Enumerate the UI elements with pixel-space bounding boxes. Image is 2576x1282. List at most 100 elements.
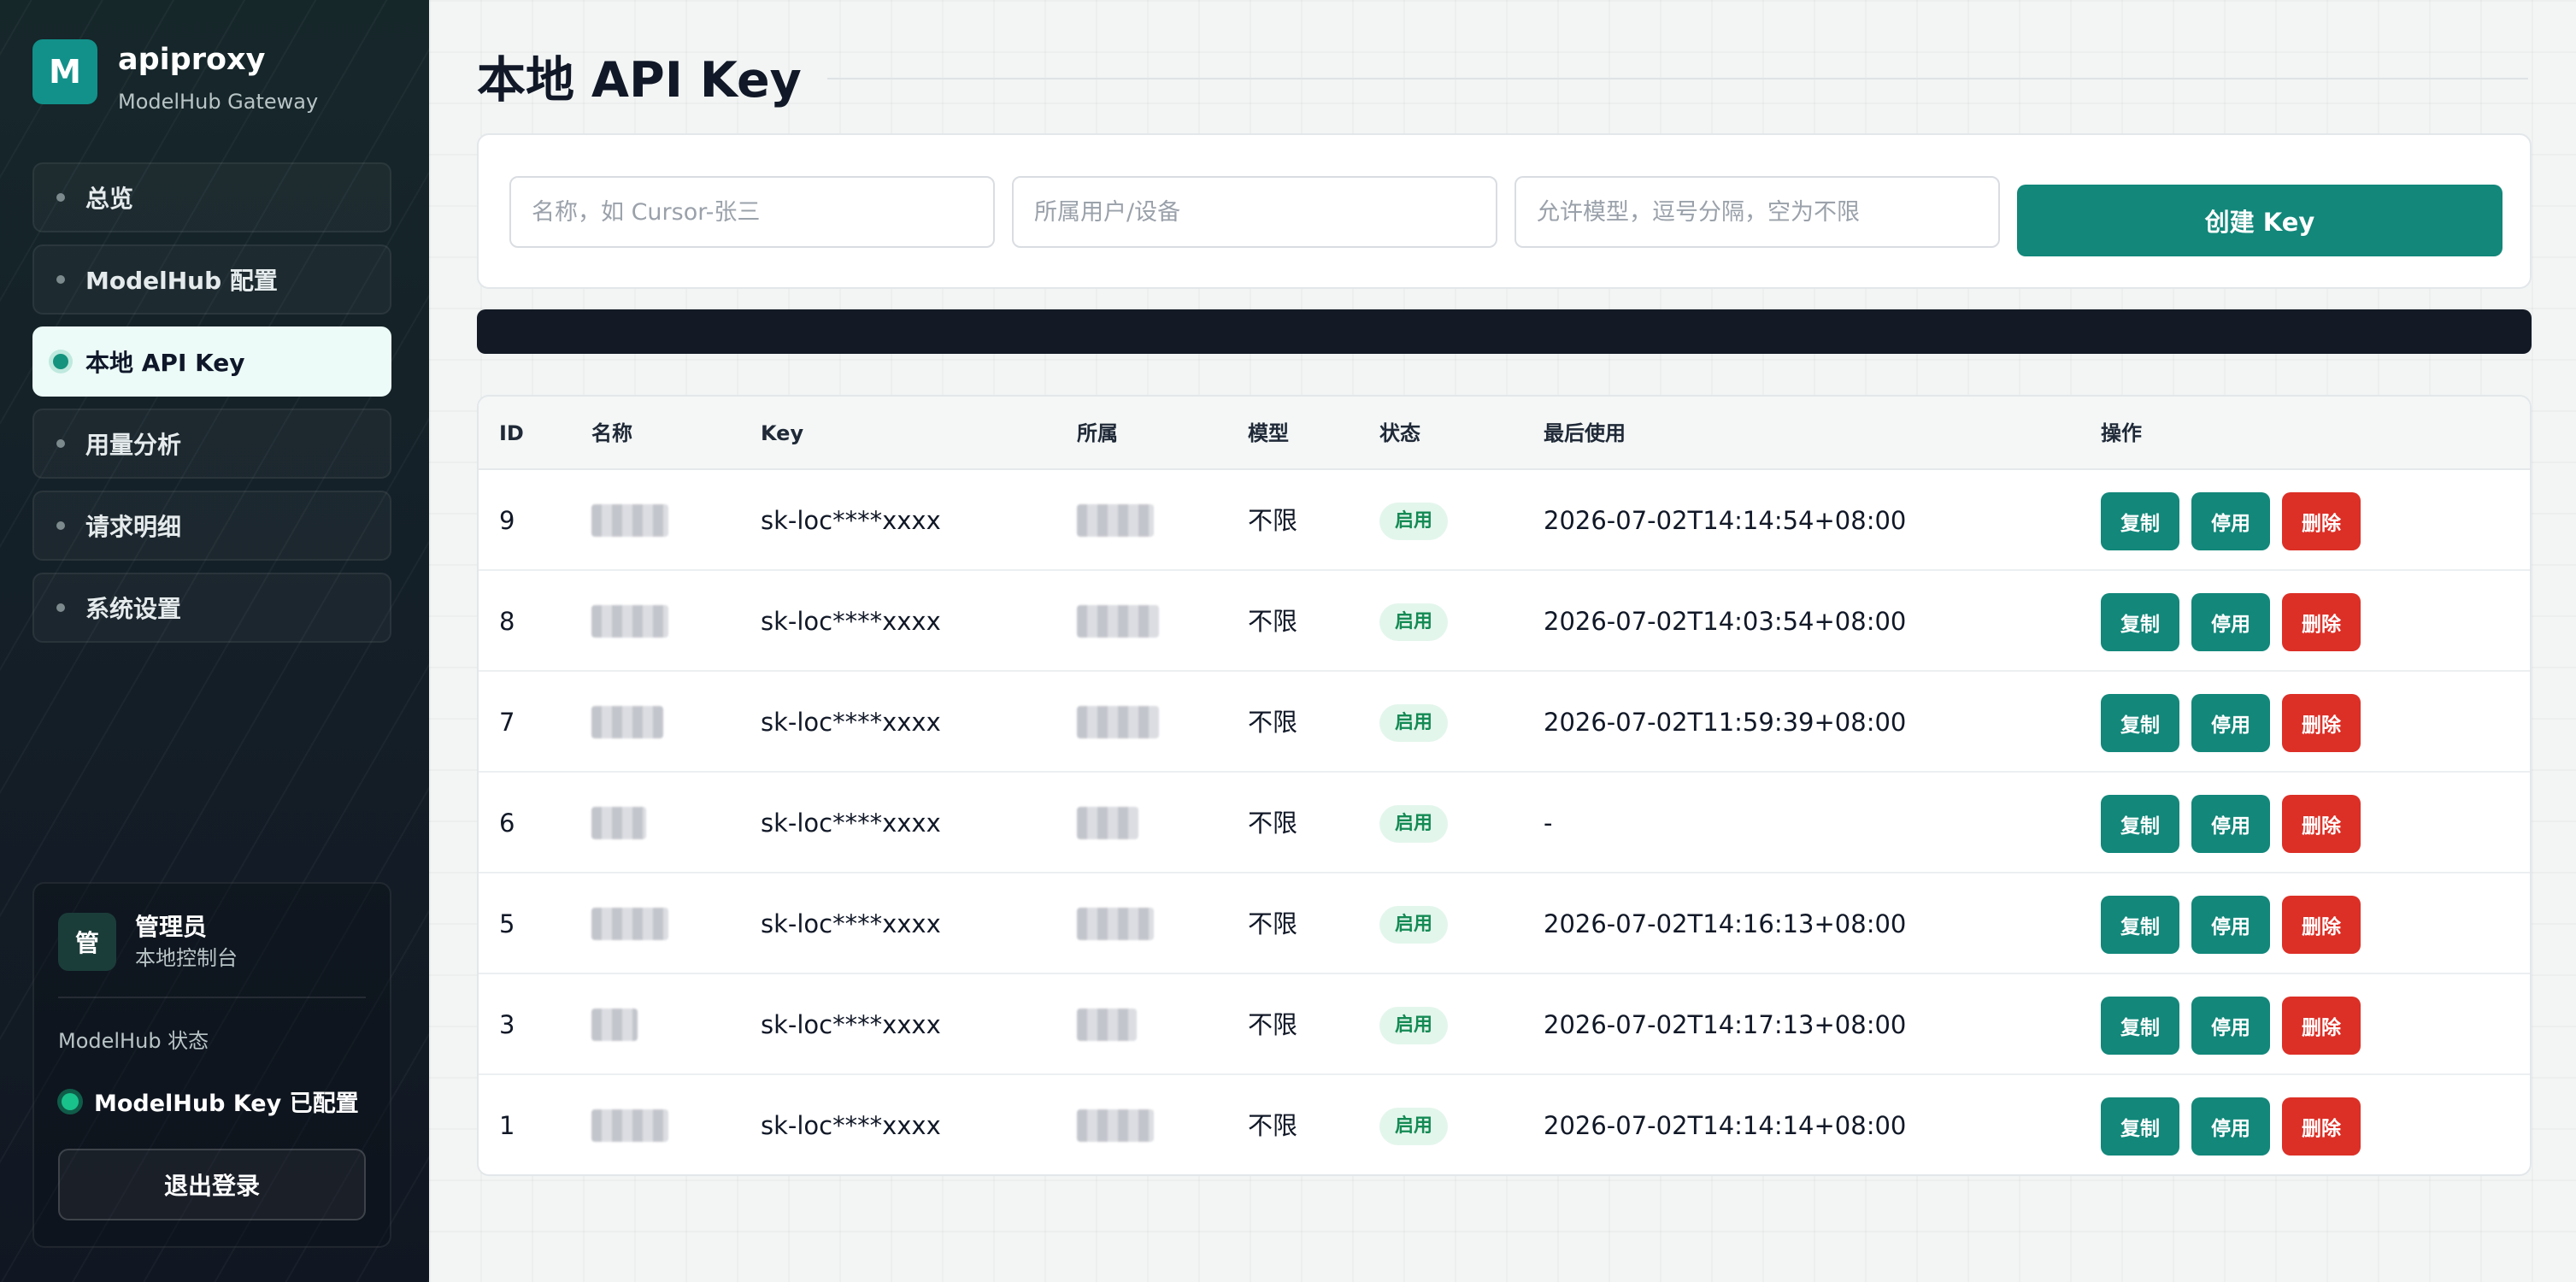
sidebar-item-label: 系统设置 (85, 595, 182, 623)
redacted-name (591, 1009, 638, 1041)
cell-last-used: 2026-07-02T14:16:13+08:00 (1544, 909, 1907, 938)
row-actions: 复制 停用 删除 (2101, 795, 2361, 853)
cell-last-used: - (1544, 809, 1553, 838)
disable-button[interactable]: 停用 (2191, 997, 2270, 1055)
brand: M apiproxy ModelHub Gateway (32, 39, 318, 116)
redacted-owner (1077, 908, 1154, 940)
redacted-name (591, 706, 663, 738)
owner-input[interactable] (1012, 176, 1497, 248)
page-title: 本地 API Key (477, 52, 802, 109)
delete-button[interactable]: 删除 (2282, 694, 2361, 752)
sidebar-item-system-settings[interactable]: 系统设置 (32, 573, 391, 643)
cell-model: 不限 (1248, 506, 1298, 535)
disable-button[interactable]: 停用 (2191, 492, 2270, 550)
title-divider (826, 78, 2528, 79)
admin-header: 管 管理员 本地控制台 (34, 884, 390, 973)
cell-key: sk-loc****xxxx (761, 909, 941, 938)
cell-model: 不限 (1248, 1010, 1298, 1039)
bullet-icon (56, 439, 65, 448)
column-header-model: 模型 (1248, 421, 1289, 445)
table-row: 1 sk-loc****xxxx 不限 启用 2026-07-02T14:14:… (479, 1075, 2530, 1174)
copy-button[interactable]: 复制 (2101, 1097, 2179, 1156)
delete-button[interactable]: 删除 (2282, 795, 2361, 853)
sidebar-item-modelhub-config[interactable]: ModelHub 配置 (32, 244, 391, 315)
brand-subtitle: ModelHub Gateway (118, 90, 319, 114)
modelhub-status-label: ModelHub 状态 (58, 1029, 209, 1053)
row-actions: 复制 停用 删除 (2101, 997, 2361, 1055)
copy-button[interactable]: 复制 (2101, 795, 2179, 853)
cell-key: sk-loc****xxxx (761, 607, 941, 636)
copy-button[interactable]: 复制 (2101, 997, 2179, 1055)
status-badge: 启用 (1379, 1108, 1449, 1145)
disable-button[interactable]: 停用 (2191, 593, 2270, 651)
sidebar-item-request-details[interactable]: 请求明细 (32, 491, 391, 561)
result-output-bar (477, 309, 2532, 354)
brand-logo-icon: M (32, 39, 97, 104)
cell-last-used: 2026-07-02T14:17:13+08:00 (1544, 1010, 1907, 1039)
main-content: 本地 API Key 创建 Key ID 名称 Key 所属 模型 状态 最后使… (429, 0, 2576, 1282)
delete-button[interactable]: 删除 (2282, 492, 2361, 550)
admin-role: 本地控制台 (135, 946, 238, 970)
row-actions: 复制 停用 删除 (2101, 492, 2361, 550)
delete-button[interactable]: 删除 (2282, 593, 2361, 651)
cell-last-used: 2026-07-02T11:59:39+08:00 (1544, 708, 1907, 737)
sidebar-item-usage-analysis[interactable]: 用量分析 (32, 409, 391, 479)
bullet-icon (53, 354, 68, 369)
copy-button[interactable]: 复制 (2101, 896, 2179, 954)
sidebar-item-local-api-key[interactable]: 本地 API Key (32, 326, 391, 397)
logout-button[interactable]: 退出登录 (58, 1149, 366, 1220)
cell-last-used: 2026-07-02T14:03:54+08:00 (1544, 607, 1907, 636)
table-row: 9 sk-loc****xxxx 不限 启用 2026-07-02T14:14:… (479, 470, 2530, 571)
disable-button[interactable]: 停用 (2191, 896, 2270, 954)
redacted-owner (1077, 807, 1138, 839)
sidebar-item-label: 本地 API Key (85, 349, 245, 377)
disable-button[interactable]: 停用 (2191, 795, 2270, 853)
status-dot-icon (62, 1092, 79, 1110)
table-row: 3 sk-loc****xxxx 不限 启用 2026-07-02T14:17:… (479, 974, 2530, 1075)
sidebar-item-label: 用量分析 (85, 431, 182, 459)
sidebar: M apiproxy ModelHub Gateway 总览 ModelHub … (0, 0, 429, 1282)
sidebar-item-overview[interactable]: 总览 (32, 162, 391, 232)
status-badge: 启用 (1379, 503, 1449, 540)
cell-last-used: 2026-07-02T14:14:54+08:00 (1544, 506, 1907, 535)
create-key-button[interactable]: 创建 Key (2017, 185, 2502, 256)
redacted-owner (1077, 1109, 1154, 1142)
copy-button[interactable]: 复制 (2101, 694, 2179, 752)
cell-id: 9 (499, 506, 515, 535)
cell-model: 不限 (1248, 1111, 1298, 1140)
divider (58, 997, 366, 998)
allowed-models-input[interactable] (1514, 176, 2000, 248)
column-header-actions: 操作 (2101, 421, 2142, 445)
cell-id: 8 (499, 607, 515, 636)
redacted-name (591, 908, 668, 940)
modelhub-status-text: ModelHub Key 已配置 (94, 1091, 359, 1117)
copy-button[interactable]: 复制 (2101, 492, 2179, 550)
column-header-status: 状态 (1379, 421, 1420, 445)
cell-key: sk-loc****xxxx (761, 1010, 941, 1039)
row-actions: 复制 停用 删除 (2101, 593, 2361, 651)
status-badge: 启用 (1379, 906, 1449, 944)
name-input[interactable] (509, 176, 995, 248)
delete-button[interactable]: 删除 (2282, 997, 2361, 1055)
row-actions: 复制 停用 删除 (2101, 694, 2361, 752)
cell-key: sk-loc****xxxx (761, 809, 941, 838)
status-badge: 启用 (1379, 704, 1449, 742)
sidebar-item-label: 请求明细 (85, 513, 182, 541)
cell-model: 不限 (1248, 909, 1298, 938)
redacted-name (591, 504, 668, 537)
cell-id: 6 (499, 809, 515, 838)
disable-button[interactable]: 停用 (2191, 694, 2270, 752)
disable-button[interactable]: 停用 (2191, 1097, 2270, 1156)
admin-info: 管理员 本地控制台 (135, 911, 238, 973)
avatar: 管 (58, 913, 116, 971)
api-key-table: ID 名称 Key 所属 模型 状态 最后使用 操作 9 sk-loc****x… (477, 395, 2532, 1176)
bullet-icon (56, 275, 65, 284)
delete-button[interactable]: 删除 (2282, 1097, 2361, 1156)
page-header: 本地 API Key (477, 41, 2528, 111)
table-row: 7 sk-loc****xxxx 不限 启用 2026-07-02T11:59:… (479, 672, 2530, 773)
redacted-name (591, 1109, 668, 1142)
copy-button[interactable]: 复制 (2101, 593, 2179, 651)
table-header: ID 名称 Key 所属 模型 状态 最后使用 操作 (479, 397, 2530, 470)
delete-button[interactable]: 删除 (2282, 896, 2361, 954)
cell-key: sk-loc****xxxx (761, 506, 941, 535)
